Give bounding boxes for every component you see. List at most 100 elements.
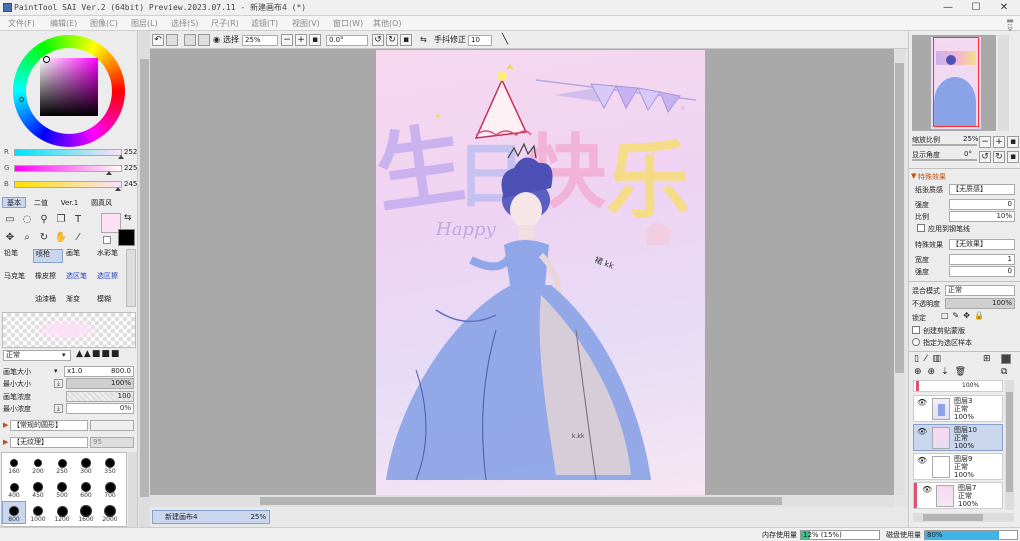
menu-filter[interactable]: 滤镜(T) bbox=[251, 18, 278, 29]
visibility-eye-icon[interactable]: 👁 bbox=[922, 485, 932, 494]
visibility-eye-icon[interactable]: 👁 bbox=[917, 398, 927, 407]
layer-toolbar-row1[interactable]: ▯⁄▥ bbox=[914, 354, 947, 364]
brush-size-field[interactable]: x1.0 800.0 bbox=[64, 366, 134, 377]
brush-size-dot-icon[interactable] bbox=[33, 482, 43, 492]
rotate-icon[interactable]: ↻ bbox=[37, 231, 51, 245]
brush-texture-select[interactable]: 【无纹理】 bbox=[10, 437, 88, 448]
brush-airbrush[interactable]: 喷枪 bbox=[33, 249, 63, 263]
brush-size-dot-icon[interactable] bbox=[104, 481, 116, 493]
layer-row[interactable]: 👁 图层9 正常 100% bbox=[913, 453, 1003, 480]
shape-expand-icon[interactable]: ▶ bbox=[3, 421, 8, 429]
nav-zoom-in-button[interactable]: + bbox=[993, 136, 1005, 148]
paper-texture-select[interactable]: 【无质感】 bbox=[949, 184, 1015, 195]
brush-size-dot-icon[interactable] bbox=[57, 482, 67, 492]
brush-blend-select[interactable]: 正常 bbox=[3, 350, 71, 361]
menu-window[interactable]: 窗口(W) bbox=[333, 18, 363, 29]
brush-select-pen[interactable]: 选区笔 bbox=[64, 272, 94, 286]
canvas-area[interactable]: 生 日 快 乐 Happy 裙 kk k.kk bbox=[150, 49, 894, 495]
nav-rotate-left-button[interactable]: ↺ bbox=[979, 151, 991, 163]
blue-slider-handle[interactable] bbox=[114, 187, 121, 191]
undo-icon[interactable]: ↶ bbox=[152, 34, 164, 46]
red-slider-bar[interactable] bbox=[14, 149, 122, 156]
menu-edit[interactable]: 编辑(E) bbox=[50, 18, 77, 29]
invert-select-icon[interactable] bbox=[198, 34, 210, 46]
color-picker-handle[interactable] bbox=[43, 56, 50, 63]
visibility-eye-icon[interactable]: 👁 bbox=[917, 456, 927, 465]
nav-rotate-right-button[interactable]: ↻ bbox=[993, 151, 1005, 163]
zoom-reset-button[interactable]: ▪ bbox=[309, 34, 321, 46]
brush-select-eraser[interactable]: 选区擦 bbox=[95, 272, 125, 286]
flip-icon[interactable]: ⇆ bbox=[420, 34, 427, 46]
brush-size-dot-icon[interactable] bbox=[105, 458, 115, 468]
chevron-down-icon[interactable]: ▾ bbox=[62, 351, 66, 359]
rotate-left-button[interactable]: ↺ bbox=[372, 34, 384, 46]
transparent-color-icon[interactable] bbox=[103, 236, 111, 244]
move-icon[interactable]: ✥ bbox=[3, 231, 17, 245]
brush-size-dot-icon[interactable] bbox=[32, 505, 44, 517]
stabilizer-select[interactable]: 10 bbox=[468, 35, 492, 46]
nav-zoom-slider[interactable] bbox=[912, 144, 977, 146]
minimize-button[interactable]: — bbox=[934, 1, 962, 15]
brush-gradient[interactable]: 渐变 bbox=[64, 295, 94, 309]
blue-slider[interactable]: B 245 bbox=[4, 179, 137, 191]
brush-eraser[interactable]: 橡皮擦 bbox=[33, 272, 63, 286]
layer-fill-icon[interactable] bbox=[1001, 354, 1011, 364]
brush-size-dot-icon[interactable] bbox=[57, 458, 67, 468]
menu-file[interactable]: 文件(F) bbox=[8, 18, 35, 29]
brush-shape-select[interactable]: 【常规的圆形】 bbox=[10, 420, 88, 431]
selection-visible-icon[interactable]: ◉ bbox=[213, 34, 220, 46]
menu-view[interactable]: 视图(V) bbox=[292, 18, 320, 29]
close-button[interactable]: ✕ bbox=[990, 1, 1018, 15]
min-density-link-icon[interactable]: ⤓ bbox=[54, 404, 63, 413]
swap-colors-icon[interactable]: ⇆ bbox=[124, 213, 132, 223]
effects-expand-icon[interactable]: ▼ bbox=[911, 172, 916, 180]
green-slider[interactable]: G 225 bbox=[4, 163, 137, 175]
texture-expand-icon[interactable]: ▶ bbox=[3, 438, 8, 446]
text-tool-icon[interactable]: T bbox=[71, 213, 85, 227]
menu-image[interactable]: 图像(C) bbox=[90, 18, 118, 29]
eyedropper-icon[interactable]: ⁄ bbox=[71, 231, 85, 245]
layer-list-hscrollbar[interactable] bbox=[913, 513, 1014, 522]
lasso-icon[interactable]: ◌ bbox=[20, 213, 34, 227]
nav-zoom-reset-button[interactable]: ▪ bbox=[1007, 136, 1019, 148]
menu-select[interactable]: 选择(S) bbox=[171, 18, 198, 29]
zoom-out-button[interactable]: − bbox=[281, 34, 293, 46]
layer-list-scrollbar[interactable] bbox=[1005, 380, 1014, 510]
canvas-horizontal-scrollbar[interactable] bbox=[150, 495, 894, 507]
paper-strength-field[interactable]: 0 bbox=[949, 199, 1015, 210]
layers-tool-icon[interactable]: ❐ bbox=[54, 213, 68, 227]
lock-icons[interactable]: □✎✥🔒 bbox=[941, 311, 988, 320]
secondary-color-swatch[interactable] bbox=[118, 229, 135, 246]
tab-custom[interactable]: 圆真风 bbox=[86, 197, 117, 208]
rect-select-icon[interactable]: ▭ bbox=[3, 213, 17, 227]
layer-blend-select[interactable]: 正常 bbox=[945, 285, 1015, 296]
brush-size-dot-icon[interactable] bbox=[80, 481, 92, 493]
brush-marker[interactable]: 马克笔 bbox=[2, 272, 32, 286]
artwork-canvas[interactable]: 生 日 快 乐 Happy 裙 kk k.kk bbox=[376, 50, 705, 495]
hand-icon[interactable]: ✋ bbox=[54, 231, 68, 245]
navigator-scrollbar[interactable] bbox=[998, 35, 1009, 131]
zoom-icon[interactable]: ⌕ bbox=[20, 231, 34, 245]
magic-wand-icon[interactable]: ⚲ bbox=[37, 213, 51, 227]
rotate-right-button[interactable]: ↻ bbox=[386, 34, 398, 46]
apply-brush-checkbox[interactable] bbox=[917, 224, 925, 232]
brush-presets-scrollbar[interactable] bbox=[128, 452, 137, 527]
brush-watercolor[interactable]: 水彩笔 bbox=[95, 249, 125, 263]
brush-texture-strength[interactable]: 95 bbox=[90, 437, 134, 448]
brush-brush[interactable]: 画笔 bbox=[64, 249, 94, 263]
layer-opacity-field[interactable]: 100% bbox=[945, 298, 1015, 309]
selection-source-checkbox[interactable] bbox=[912, 338, 920, 346]
min-size-field[interactable]: 100% bbox=[66, 378, 134, 389]
layer-row[interactable]: 👁 图层7 正常 100% bbox=[913, 482, 1003, 509]
size-dropdown-icon[interactable]: ▾ bbox=[54, 367, 58, 375]
brush-shape-icons[interactable]: ▲▲■■■ bbox=[76, 349, 120, 359]
zoom-in-button[interactable]: + bbox=[295, 34, 307, 46]
brush-grid-scrollbar[interactable] bbox=[126, 249, 136, 307]
tab-basic[interactable]: 基本 bbox=[2, 197, 26, 208]
red-slider[interactable]: R 252 bbox=[4, 147, 137, 159]
brush-size-dot-icon[interactable] bbox=[56, 505, 68, 517]
effect-select[interactable]: 【无效果】 bbox=[949, 239, 1015, 250]
blue-slider-bar[interactable] bbox=[14, 181, 122, 188]
effect-width-field[interactable]: 1 bbox=[949, 254, 1015, 265]
red-slider-handle[interactable] bbox=[117, 155, 124, 159]
